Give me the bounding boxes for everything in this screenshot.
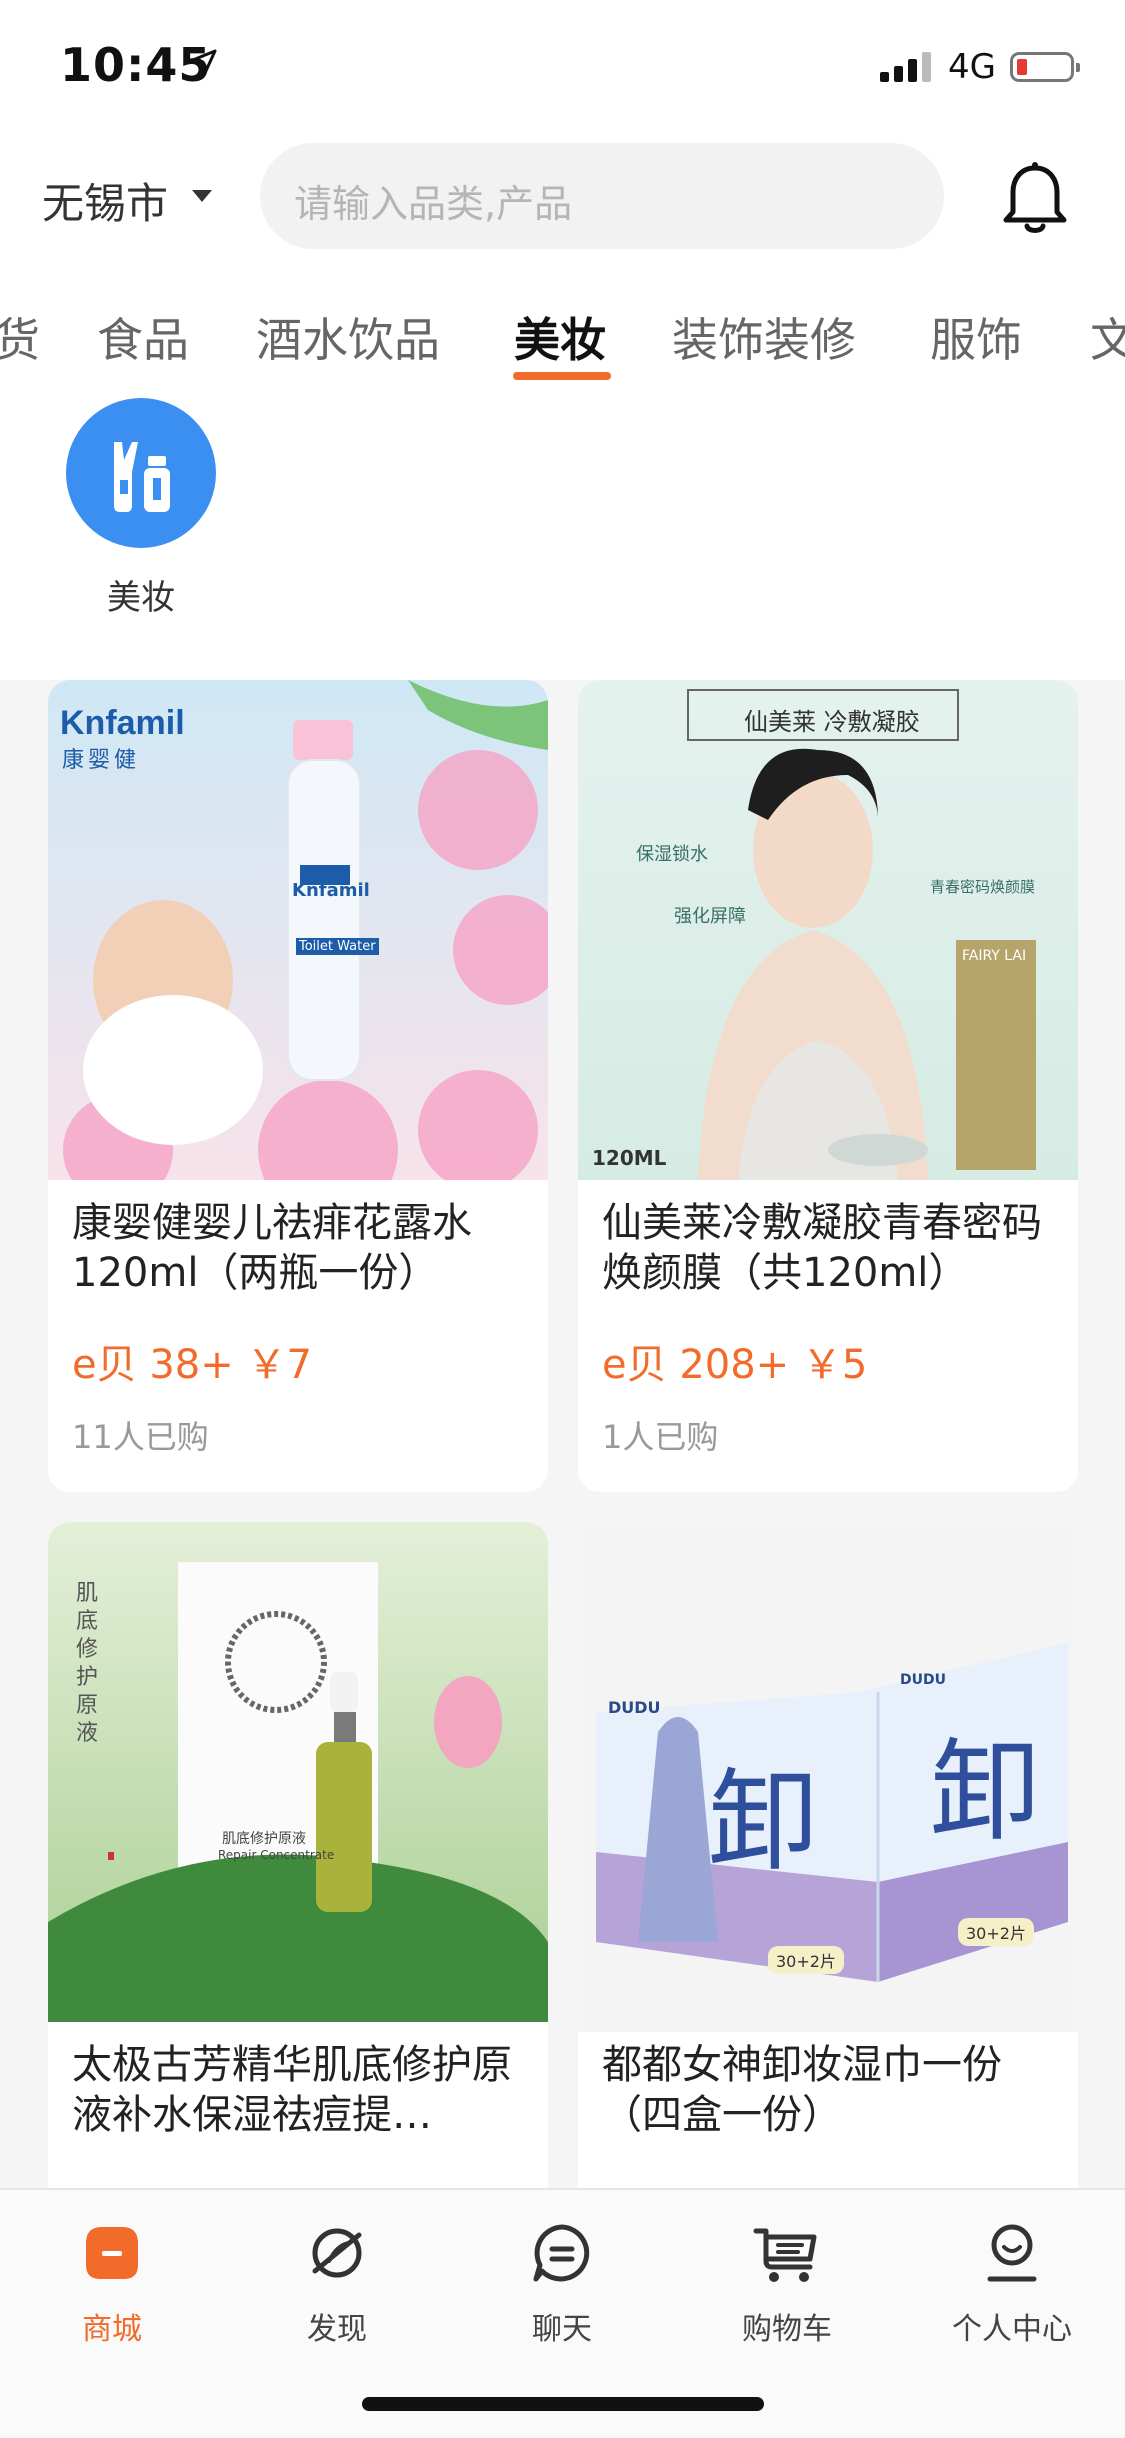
- tab-label[interactable]: 发现: [257, 2304, 417, 2348]
- shop-icon[interactable]: [80, 2221, 144, 2285]
- product-title[interactable]: 太极古芳精华肌底修护原液补水保湿祛痘提…: [72, 2040, 524, 2140]
- tab-label[interactable]: 个人中心: [932, 2304, 1092, 2348]
- profile-icon[interactable]: [980, 2221, 1044, 2285]
- product-image[interactable]: Knfamil 康婴健 Knfamil Toilet Water: [48, 680, 548, 1180]
- image-product-line: 肌底修护原液: [222, 1831, 306, 1847]
- tab-category-drinks[interactable]: 酒水饮品: [256, 304, 440, 370]
- network-type: 4G: [948, 47, 996, 87]
- discover-icon[interactable]: [305, 2221, 369, 2285]
- product-card[interactable]: DUDU DUDU 卸 卸 30+2片 30+2片 都都女神卸妆湿巾一份（四盒一…: [578, 1522, 1078, 2190]
- search-placeholder[interactable]: 请输入品类,产品: [294, 173, 572, 228]
- tab-profile[interactable]: 个人中心: [932, 2208, 1092, 2348]
- status-time: 10:45: [60, 38, 212, 92]
- tab-category-clothing[interactable]: 服饰: [930, 304, 1022, 370]
- product-card[interactable]: Knfamil 康婴健 Knfamil Toilet Water 康婴健婴儿祛痱…: [48, 680, 548, 1492]
- product-sold-count: 1人已购: [602, 1418, 719, 1456]
- location-arrow-icon: [191, 49, 217, 75]
- tab-label[interactable]: 商城: [32, 2304, 192, 2348]
- signal-icon: [880, 52, 931, 82]
- city-selector[interactable]: 无锡市: [42, 170, 168, 231]
- tab-chat[interactable]: 聊天: [482, 2208, 642, 2348]
- image-banner-text: 仙美莱 冷敷凝胶: [744, 708, 920, 736]
- active-tab-indicator: [513, 372, 611, 380]
- bottle-label-text: Toilet Water: [296, 938, 379, 955]
- tab-category-6[interactable]: 文: [1090, 304, 1125, 370]
- image-product-en: Repair Concentrate: [218, 1848, 335, 1862]
- cosmetics-icon[interactable]: [66, 398, 216, 548]
- product-price: e贝 38+ ￥7: [72, 1342, 312, 1388]
- product-card[interactable]: 仙美莱 冷敷凝胶 保湿锁水 强化屏障 青春密码焕颜膜 FAIRY LAI 120…: [578, 680, 1078, 1492]
- product-grid: Knfamil 康婴健 Knfamil Toilet Water 康婴健婴儿祛痱…: [0, 680, 1125, 2190]
- search-bar[interactable]: 请输入品类,产品: [260, 143, 944, 249]
- tab-label[interactable]: 聊天: [482, 2304, 642, 2348]
- image-count-text: 30+2片: [768, 1946, 844, 1974]
- bottle-brand-text: Knfamil: [292, 880, 370, 901]
- category-tabs: 货 食品 酒水饮品 美妆 装饰装修 服饰 文: [0, 290, 1125, 380]
- product-title[interactable]: 康婴健婴儿祛痱花露水120ml（两瓶一份）: [72, 1198, 524, 1298]
- image-tag-text: 强化屏障: [674, 906, 746, 927]
- cart-icon[interactable]: [752, 2221, 822, 2285]
- status-bar: 10:45 4G: [0, 0, 1125, 130]
- image-volume-text: 120ML: [592, 1146, 667, 1170]
- image-brand-text: DUDU: [608, 1698, 661, 1717]
- image-glyph-text: 卸: [708, 1758, 818, 1886]
- chat-icon[interactable]: [530, 2221, 594, 2285]
- tab-category-decoration[interactable]: 装饰装修: [672, 304, 856, 370]
- tab-category-0[interactable]: 货: [0, 304, 40, 370]
- tab-discover[interactable]: 发现: [257, 2208, 417, 2348]
- product-title[interactable]: 都都女神卸妆湿巾一份（四盒一份）: [602, 2040, 1054, 2140]
- product-image[interactable]: DUDU DUDU 卸 卸 30+2片 30+2片: [578, 1522, 1078, 2032]
- product-price: e贝 208+ ￥5: [602, 1342, 868, 1388]
- product-sold-count: 11人已购: [72, 1418, 209, 1456]
- image-count-text: 30+2片: [958, 1918, 1034, 1946]
- tab-category-beauty[interactable]: 美妆: [514, 304, 606, 370]
- tab-category-food[interactable]: 食品: [97, 304, 189, 370]
- battery-icon: [1010, 52, 1080, 82]
- image-brand-text: DUDU: [900, 1672, 946, 1688]
- image-vertical-text: 肌底修护原液: [76, 1581, 99, 1746]
- tab-cart[interactable]: 购物车: [707, 2208, 867, 2348]
- image-box-text: FAIRY LAI: [962, 948, 1027, 964]
- tab-label[interactable]: 购物车: [707, 2304, 867, 2348]
- product-card[interactable]: 肌底修护原液 肌底修护原液 Repair Concentrate 太极古芳精华肌…: [48, 1522, 548, 2190]
- product-image[interactable]: 仙美莱 冷敷凝胶 保湿锁水 强化屏障 青春密码焕颜膜 FAIRY LAI 120…: [578, 680, 1078, 1180]
- bell-icon[interactable]: [1000, 160, 1070, 236]
- image-glyph-text: 卸: [930, 1728, 1040, 1856]
- subcategory-label[interactable]: 美妆: [70, 570, 212, 619]
- image-brand-cn: 康婴健: [62, 748, 141, 773]
- image-tag-text: 青春密码焕颜膜: [930, 878, 1036, 896]
- product-title[interactable]: 仙美莱冷敷凝胶青春密码焕颜膜（共120ml）: [602, 1198, 1054, 1298]
- image-brand-text: Knfamil: [60, 704, 185, 742]
- caret-down-icon[interactable]: [192, 190, 212, 202]
- home-indicator[interactable]: [362, 2397, 764, 2411]
- tab-shop[interactable]: 商城: [32, 2208, 192, 2348]
- image-tag-text: 保湿锁水: [636, 844, 708, 865]
- product-image[interactable]: 肌底修护原液 肌底修护原液 Repair Concentrate: [48, 1522, 548, 2022]
